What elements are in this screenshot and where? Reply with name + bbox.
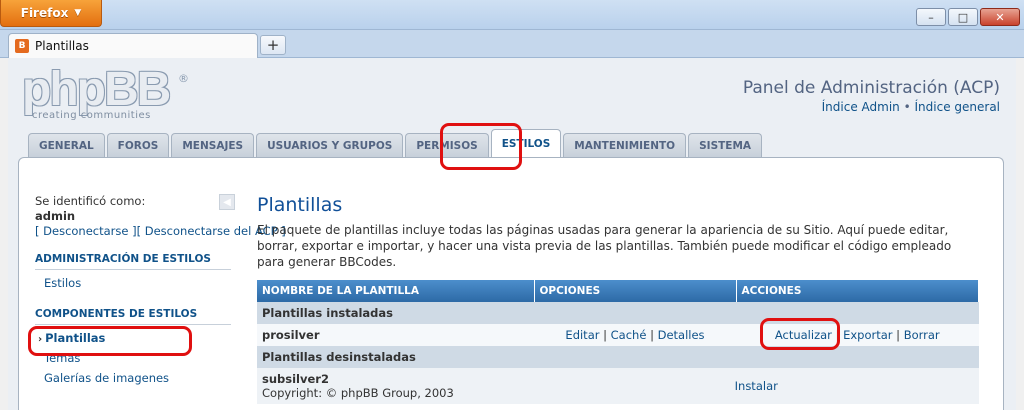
main-content: Plantillas El paquete de plantillas incl… xyxy=(257,194,979,404)
actualizar-link[interactable]: Actualizar xyxy=(775,328,832,342)
window-titlebar: Firefox ▼ – □ ✕ xyxy=(0,0,1024,30)
tab-estilos[interactable]: ESTILOS xyxy=(490,129,562,158)
tab-foros[interactable]: FOROS xyxy=(106,133,170,157)
content-panel: Se identificó como: admin [ Desconectars… xyxy=(18,157,1004,410)
template-actions: Actualizar | Exportar | Borrar xyxy=(736,324,979,346)
new-tab-button[interactable]: + xyxy=(260,35,286,55)
logo-tagline: creating communities xyxy=(32,110,151,121)
logout-links[interactable]: [ Desconectarse ][ Desconectarse del ACP… xyxy=(35,224,286,239)
tab-permisos[interactable]: PERMISOS xyxy=(405,133,489,157)
collapse-sidebar-button[interactable]: ◀ xyxy=(219,194,235,210)
installed-section-label: Plantillas instaladas xyxy=(257,302,979,324)
close-icon: ✕ xyxy=(995,10,1005,24)
page-title: Plantillas xyxy=(257,194,343,216)
templates-table: NOMBRE DE LA PLANTILLA OPCIONES ACCIONES… xyxy=(257,280,979,404)
sidebar-item-plantillas-label: Plantillas xyxy=(45,331,106,345)
table-row: prosilver Editar | Caché | Detalles Actu… xyxy=(257,324,979,346)
sidebar-item-plantillas[interactable]: › Plantillas xyxy=(35,325,231,345)
user-identity: Se identificó como: admin [ Desconectars… xyxy=(35,194,286,239)
close-window-button[interactable]: ✕ xyxy=(980,8,1020,26)
browser-tab-strip: B Plantillas + xyxy=(0,30,1024,58)
arrow-left-icon: ◀ xyxy=(223,196,231,208)
acp-nav-tabs: GENERAL FOROS MENSAJES USUARIOS Y GRUPOS… xyxy=(28,129,763,158)
minimize-icon: – xyxy=(928,10,934,24)
tab-mensajes[interactable]: MENSAJES xyxy=(171,133,255,157)
column-header-name: NOMBRE DE LA PLANTILLA xyxy=(257,280,535,302)
template-name-cell: subsilver2 Copyright: © phpBB Group, 200… xyxy=(257,368,534,404)
tab-mantenimiento[interactable]: MANTENIMIENTO xyxy=(563,133,687,157)
table-section-row: Plantillas instaladas xyxy=(257,302,979,324)
sidebar-section-administracion-estilos: ADMINISTRACIÓN DE ESTILOS xyxy=(35,253,231,270)
window-controls: – □ ✕ xyxy=(916,8,1020,26)
sidebar-item-estilos[interactable]: Estilos xyxy=(35,270,231,290)
template-options: Editar | Caché | Detalles xyxy=(534,324,736,346)
minimize-button[interactable]: – xyxy=(916,8,946,26)
separator: | xyxy=(650,328,654,342)
phpbb-logo[interactable]: phpBB ® creating communities xyxy=(22,66,192,122)
sidebar-item-galerias[interactable]: Galerías de imagenes xyxy=(35,365,231,385)
browser-tab-plantillas[interactable]: B Plantillas xyxy=(8,33,258,58)
acp-page: phpBB ® creating communities Panel de Ad… xyxy=(8,58,1016,410)
template-copyright: Copyright: © phpBB Group, 2003 xyxy=(262,386,454,400)
editar-link[interactable]: Editar xyxy=(565,328,599,342)
sidebar: Se identificó como: admin [ Desconectars… xyxy=(35,194,286,385)
browser-tab-title: Plantillas xyxy=(35,39,89,53)
detalles-link[interactable]: Detalles xyxy=(658,328,705,342)
uninstalled-section-label: Plantillas desinstaladas xyxy=(257,346,979,368)
instalar-link[interactable]: Instalar xyxy=(735,379,778,393)
firefox-menu-button[interactable]: Firefox ▼ xyxy=(0,0,102,27)
maximize-button[interactable]: □ xyxy=(948,8,978,26)
column-header-actions: ACCIONES xyxy=(736,280,979,302)
table-header-row: NOMBRE DE LA PLANTILLA OPCIONES ACCIONES xyxy=(257,280,979,302)
general-index-link[interactable]: Índice general xyxy=(915,100,1001,114)
identified-as-label: Se identificó como: xyxy=(35,194,146,208)
username: admin xyxy=(35,209,76,223)
tab-sistema[interactable]: SISTEMA xyxy=(688,133,763,157)
table-section-row: Plantillas desinstaladas xyxy=(257,346,979,368)
tab-general[interactable]: GENERAL xyxy=(28,133,105,157)
template-name: prosilver xyxy=(257,324,534,346)
logo-registered-mark: ® xyxy=(178,72,189,85)
link-separator: • xyxy=(903,100,911,114)
acp-title: Panel de Administración (ACP) xyxy=(742,78,1000,98)
borrar-link[interactable]: Borrar xyxy=(904,328,940,342)
separator: | xyxy=(835,328,840,342)
sidebar-section-componentes-estilos: COMPONENTES DE ESTILOS xyxy=(35,308,231,325)
phpbb-favicon-icon: B xyxy=(15,39,29,53)
maximize-icon: □ xyxy=(957,10,969,24)
separator: | xyxy=(896,328,901,342)
template-name: subsilver2 xyxy=(262,372,329,386)
column-header-options: OPCIONES xyxy=(534,280,737,302)
admin-index-link[interactable]: Índice Admin xyxy=(822,100,900,114)
header-links: Índice Admin • Índice general xyxy=(822,100,1000,114)
page-description: El paquete de plantillas incluye todas l… xyxy=(257,223,952,269)
tab-usuarios-y-grupos[interactable]: USUARIOS Y GRUPOS xyxy=(256,133,404,157)
active-bullet-icon: › xyxy=(38,334,43,345)
firefox-menu-label: Firefox xyxy=(20,6,69,20)
cache-link[interactable]: Caché xyxy=(611,328,647,342)
sidebar-item-temas[interactable]: Temas xyxy=(35,345,231,365)
separator: | xyxy=(603,328,607,342)
template-install-cell: Instalar xyxy=(534,368,979,404)
plus-icon: + xyxy=(266,36,280,54)
table-row: subsilver2 Copyright: © phpBB Group, 200… xyxy=(257,368,979,404)
chevron-down-icon: ▼ xyxy=(74,8,82,18)
exportar-link[interactable]: Exportar xyxy=(843,328,892,342)
logo-wordmark: phpBB xyxy=(22,63,171,116)
